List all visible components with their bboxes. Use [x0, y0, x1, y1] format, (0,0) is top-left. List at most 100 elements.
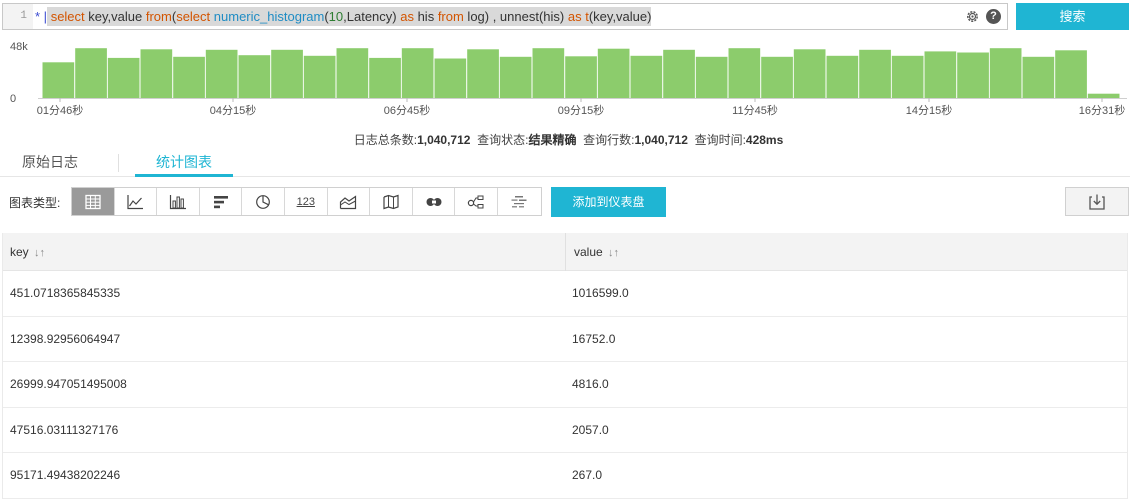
chart-type-number[interactable]: 123 [284, 188, 328, 215]
column-header-label: key [10, 245, 29, 259]
table-row: 12398.92956064947 16752.0 [3, 317, 1127, 362]
chart-type-table[interactable] [72, 188, 115, 215]
histogram-bar[interactable] [793, 49, 826, 99]
chart-type-horizontal-bar[interactable] [199, 188, 243, 215]
x-tick-label: 01分46秒 [37, 103, 83, 117]
cell-value: 4816.0 [572, 377, 609, 391]
histogram-bar[interactable] [1055, 50, 1087, 98]
query-token: from [437, 9, 464, 24]
histogram-bar[interactable] [663, 49, 695, 98]
chart-type-area[interactable] [327, 188, 371, 215]
histogram-bar[interactable] [271, 49, 303, 98]
line-number: 1 [3, 4, 33, 29]
column-header-value[interactable]: value ↓↑ [566, 233, 1127, 271]
query-token: key,value [84, 9, 146, 24]
histogram-bar[interactable] [467, 49, 499, 99]
query-token: 10 [328, 9, 344, 24]
column-header-key[interactable]: key ↓↑ [3, 233, 566, 271]
histogram-bar[interactable] [891, 55, 924, 99]
cell-key: 12398.92956064947 [10, 331, 121, 346]
histogram-bar[interactable] [173, 56, 205, 98]
histogram-bar[interactable] [75, 48, 107, 98]
chart-type-selector: 123 [71, 187, 542, 216]
cell-key: 95171.49438202246 [10, 468, 121, 482]
total-count-label: 日志总条数: [353, 133, 418, 147]
cell-key: 451.0718365845335 [10, 286, 121, 300]
histogram-bar[interactable] [826, 55, 859, 99]
add-to-dashboard-button[interactable]: 添加到仪表盘 [551, 187, 666, 217]
table-row: 451.0718365845335 1016599.0 [3, 271, 1127, 317]
histogram-bar[interactable] [957, 52, 989, 99]
log-histogram-chart[interactable]: 48k 0 01分46秒 04分15秒 06分45秒 09分15秒 11分45秒 14分15秒… [0, 34, 1137, 124]
histogram-bar[interactable] [597, 48, 630, 98]
histogram-bar[interactable] [434, 58, 467, 99]
chart-type-pie[interactable] [242, 188, 285, 215]
histogram-bar[interactable] [728, 48, 761, 98]
query-rows-label: 查询行数: [583, 133, 635, 147]
query-token: select [50, 9, 85, 24]
histogram-bar[interactable] [1087, 93, 1120, 98]
download-button[interactable] [1065, 187, 1129, 216]
gear-icon[interactable] [965, 9, 980, 24]
y-tick-label: 48k [10, 41, 28, 53]
histogram-bar[interactable] [859, 49, 891, 98]
search-button[interactable]: 搜索 [1016, 3, 1129, 30]
chart-type-topology[interactable] [455, 188, 498, 215]
histogram-bar[interactable] [303, 55, 336, 99]
histogram-bar[interactable] [499, 56, 532, 98]
result-tabs: 原始日志 统计图表 [0, 150, 1130, 177]
chart-type-line[interactable] [114, 188, 158, 215]
chart-type-map[interactable] [370, 188, 413, 215]
chart-type-word-cloud[interactable] [497, 188, 541, 215]
chart-type-label: 图表类型: [9, 196, 61, 210]
query-token: his [413, 9, 438, 24]
flow-icon [426, 197, 442, 206]
x-tick-label: 16分31秒 [1079, 103, 1125, 117]
query-token: numeric_histogram [213, 9, 325, 24]
histogram-bar[interactable] [42, 62, 75, 99]
query-status-label: 查询状态: [477, 133, 529, 147]
chart-type-bar[interactable] [157, 188, 200, 215]
query-summary: 日志总条数:1,040,712 查询状态:结果精确 查询行数:1,040,712… [0, 131, 1137, 148]
histogram-bar[interactable] [695, 56, 728, 98]
number-icon: 123 [296, 195, 315, 208]
table-header: key ↓↑ value ↓↑ [3, 233, 1127, 271]
histogram-bar[interactable] [989, 48, 1022, 98]
sort-icon[interactable]: ↓↑ [608, 247, 619, 259]
tab-raw-logs[interactable]: 原始日志 [0, 150, 100, 177]
help-icon[interactable]: ? [986, 9, 1001, 24]
chart-type-flow[interactable] [412, 188, 456, 215]
table-row: 95171.49438202246 267.0 [3, 453, 1127, 499]
topology-icon [467, 195, 484, 208]
table-row: 47516.03111327176 2057.0 [3, 408, 1127, 453]
histogram-bar[interactable] [140, 49, 173, 99]
x-tick-label: 14分15秒 [906, 103, 952, 117]
line-chart-icon [127, 194, 144, 209]
table-row: 26999.947051495008 4816.0 [3, 362, 1127, 408]
query-token: ,Latency) [343, 9, 401, 24]
query-token: as [567, 9, 582, 24]
histogram-bar[interactable] [205, 49, 238, 98]
x-tick-label: 09分15秒 [558, 103, 604, 117]
tab-statistics-chart[interactable]: 统计图表 [135, 150, 233, 177]
query-editor[interactable]: 1 * | select key,value from(select numer… [2, 3, 1008, 30]
column-header-label: value [574, 245, 603, 259]
histogram-bar[interactable] [107, 57, 140, 98]
histogram-bar[interactable] [761, 56, 793, 98]
histogram-bar[interactable] [401, 48, 434, 98]
tab-divider [118, 154, 119, 172]
histogram-bar[interactable] [369, 57, 401, 98]
area-chart-icon [340, 194, 357, 209]
download-icon [1089, 194, 1105, 210]
histogram-bar[interactable] [1022, 56, 1055, 98]
histogram-bar[interactable] [532, 48, 565, 98]
histogram-bar[interactable] [238, 55, 271, 98]
sort-icon[interactable]: ↓↑ [34, 247, 45, 259]
cell-value: 267.0 [572, 468, 603, 482]
x-tick-label: 11分45秒 [732, 103, 778, 117]
histogram-bar[interactable] [565, 56, 597, 98]
histogram-bar[interactable] [630, 55, 663, 99]
histogram-bar[interactable] [336, 48, 369, 98]
histogram-bar[interactable] [924, 51, 957, 98]
query-text[interactable]: * | select key,value from(select numeric… [35, 4, 652, 29]
